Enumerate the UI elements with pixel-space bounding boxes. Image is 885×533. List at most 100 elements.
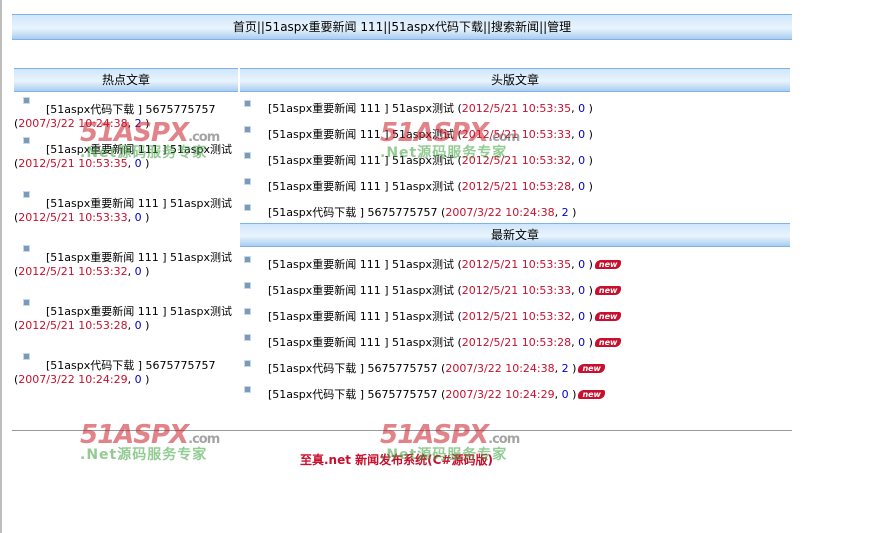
hot-article-link[interactable]: [51aspx代码下载 ] 5675775757 [46, 103, 216, 116]
bullet-icon [244, 386, 251, 393]
latest-article-link[interactable]: [51aspx代码下载 ] 5675775757 [268, 362, 438, 375]
hot-article-link[interactable]: [51aspx重要新闻 111 ] 51aspx测试 [46, 305, 232, 318]
latest-article-link[interactable]: [51aspx重要新闻 111 ] 51aspx测试 [268, 336, 454, 349]
headline-article-link[interactable]: [51aspx重要新闻 111 ] 51aspx测试 [268, 128, 454, 141]
bullet-icon [23, 353, 30, 360]
hot-article-item: [51aspx重要新闻 111 ] 51aspx测试 (2012/5/21 10:… [14, 245, 236, 279]
bullet-icon [244, 360, 251, 367]
latest-articles-list: [51aspx重要新闻 111 ] 51aspx测试 (2012/5/21 10… [242, 252, 622, 408]
new-badge-icon: new [594, 312, 622, 321]
top-nav-bar: 首页||51aspx重要新闻 111||51aspx代码下载||搜索新闻||管理 [12, 14, 792, 40]
article-date: 2007/3/22 10:24:29 [18, 373, 128, 386]
nav-separator: || [256, 20, 265, 34]
article-date: 2007/3/22 10:24:38 [445, 206, 555, 219]
hot-article-link[interactable]: [51aspx重要新闻 111 ] 51aspx测试 [46, 251, 232, 264]
headline-articles-title: 头版文章 [490, 73, 539, 87]
latest-articles-title: 最新文章 [490, 228, 539, 242]
left-border [0, 0, 2, 533]
article-view-count: 0 [134, 319, 142, 332]
hot-article-item: [51aspx代码下载 ] 5675775757 (2007/3/22 10:24… [14, 97, 236, 131]
article-date: 2012/5/21 10:53:33 [461, 128, 572, 141]
latest-article-item: [51aspx代码下载 ] 5675775757 (2007/3/22 10:2… [242, 382, 621, 408]
bullet-icon [23, 191, 30, 198]
article-view-count: 0 [578, 154, 586, 167]
hot-article-item: [51aspx重要新闻 111 ] 51aspx测试 (2012/5/21 10:… [14, 137, 236, 171]
article-view-count: 0 [578, 310, 586, 323]
article-date: 2012/5/21 10:53:33 [18, 211, 128, 224]
article-date: 2012/5/21 10:53:28 [461, 336, 572, 349]
hot-article-item: [51aspx重要新闻 111 ] 51aspx测试 (2012/5/21 10:… [14, 191, 236, 225]
latest-article-item: [51aspx重要新闻 111 ] 51aspx测试 (2012/5/21 10… [242, 278, 622, 304]
article-view-count: 0 [578, 102, 586, 115]
latest-article-link[interactable]: [51aspx重要新闻 111 ] 51aspx测试 [268, 310, 454, 323]
watermark-domain: .com [488, 432, 520, 447]
latest-article-item: [51aspx重要新闻 111 ] 51aspx测试 (2012/5/21 10… [242, 330, 622, 356]
latest-article-item: [51aspx重要新闻 111 ] 51aspx测试 (2012/5/21 10… [242, 252, 622, 278]
nav-home-link[interactable]: 首页 [233, 20, 257, 34]
nav-search-link[interactable]: 搜索新闻 [491, 20, 539, 34]
bullet-icon [244, 152, 251, 159]
latest-article-link[interactable]: [51aspx代码下载 ] 5675775757 [268, 388, 438, 401]
headline-article-item: [51aspx重要新闻 111 ] 51aspx测试 (2012/5/21 10… [242, 174, 593, 200]
headline-article-item: [51aspx重要新闻 111 ] 51aspx测试 (2012/5/21 10… [242, 96, 593, 122]
bullet-icon [244, 100, 251, 107]
article-date: 2012/5/21 10:53:35 [18, 157, 128, 170]
bullet-icon [23, 245, 30, 252]
bullet-icon [244, 308, 251, 315]
watermark: 51ASPX.com .Net源码服务专家 [80, 420, 220, 464]
article-view-count: 0 [134, 211, 142, 224]
new-badge-icon: new [578, 364, 605, 373]
hot-article-link[interactable]: [51aspx代码下载 ] 5675775757 [46, 359, 216, 372]
latest-article-link[interactable]: [51aspx重要新闻 111 ] 51aspx测试 [268, 284, 454, 297]
new-badge-icon: new [594, 260, 622, 269]
bullet-icon [244, 256, 251, 263]
nav-download-link[interactable]: 51aspx代码下载 [391, 20, 483, 34]
article-view-count: 0 [578, 258, 586, 271]
article-date: 2012/5/21 10:53:35 [461, 102, 572, 115]
bullet-icon [23, 299, 30, 306]
footer-divider [12, 430, 792, 431]
headline-article-link[interactable]: [51aspx代码下载 ] 5675775757 [268, 206, 438, 219]
headline-articles-list: [51aspx重要新闻 111 ] 51aspx测试 (2012/5/21 10… [242, 96, 593, 226]
headline-articles-header: 头版文章 [240, 68, 790, 92]
article-view-count: 0 [561, 388, 569, 401]
nav-separator: || [482, 20, 492, 34]
headline-article-item: [51aspx重要新闻 111 ] 51aspx测试 (2012/5/21 10… [242, 148, 593, 174]
bullet-icon [244, 204, 251, 211]
article-date: 2007/3/22 10:24:38 [445, 362, 555, 375]
bullet-icon [244, 334, 251, 341]
hot-article-link[interactable]: [51aspx重要新闻 111 ] 51aspx测试 [46, 197, 232, 210]
article-view-count: 0 [578, 180, 586, 193]
article-date: 2012/5/21 10:53:32 [461, 154, 572, 167]
article-view-count: 2 [561, 206, 569, 219]
nav-admin-link[interactable]: 管理 [547, 20, 571, 34]
article-view-count: 0 [134, 265, 142, 278]
latest-article-item: [51aspx重要新闻 111 ] 51aspx测试 (2012/5/21 10… [242, 304, 622, 330]
article-view-count: 2 [561, 362, 569, 375]
hot-articles-header: 热点文章 [14, 68, 238, 92]
headline-article-link[interactable]: [51aspx重要新闻 111 ] 51aspx测试 [268, 154, 454, 167]
article-date: 2012/5/21 10:53:32 [18, 265, 128, 278]
latest-articles-header: 最新文章 [240, 223, 790, 247]
latest-article-link[interactable]: [51aspx重要新闻 111 ] 51aspx测试 [268, 258, 454, 271]
hot-article-link[interactable]: [51aspx重要新闻 111 ] 51aspx测试 [46, 143, 232, 156]
hot-articles-title: 热点文章 [101, 73, 150, 87]
nav-news-link[interactable]: 51aspx重要新闻 111 [265, 20, 383, 34]
article-view-count: 0 [134, 157, 142, 170]
nav-separator: || [539, 20, 548, 34]
headline-article-link[interactable]: [51aspx重要新闻 111 ] 51aspx测试 [268, 180, 454, 193]
watermark-logo: 51ASPX [80, 420, 189, 450]
watermark-domain: .com [188, 432, 220, 447]
article-view-count: 0 [578, 284, 586, 297]
article-date: 2012/5/21 10:53:33 [461, 284, 572, 297]
article-date: 2012/5/21 10:53:35 [461, 258, 572, 271]
article-view-count: 0 [134, 373, 142, 386]
bullet-icon [244, 178, 251, 185]
article-date: 2012/5/21 10:53:32 [461, 310, 572, 323]
article-view-count: 0 [578, 128, 586, 141]
hot-article-item: [51aspx重要新闻 111 ] 51aspx测试 (2012/5/21 10:… [14, 299, 236, 333]
article-view-count: 2 [134, 117, 142, 130]
headline-article-link[interactable]: [51aspx重要新闻 111 ] 51aspx测试 [268, 102, 454, 115]
headline-article-item: [51aspx重要新闻 111 ] 51aspx测试 (2012/5/21 10… [242, 122, 593, 148]
article-date: 2007/3/22 10:24:38 [18, 117, 128, 130]
